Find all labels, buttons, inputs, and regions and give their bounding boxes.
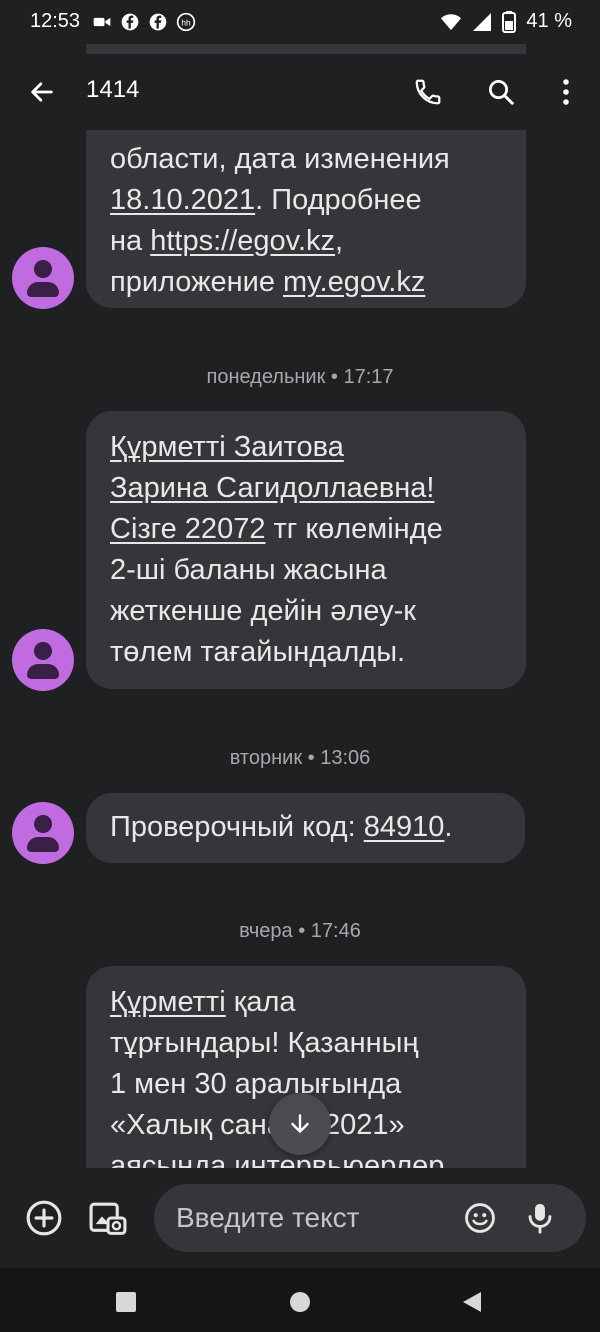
message-line: төлем тағайындалды. <box>110 636 406 668</box>
emoji-icon <box>465 1203 495 1233</box>
message-line: тұрғындары! Қазанның <box>110 1027 419 1059</box>
message-bubble[interactable]: Құрметті Заитова Зарина Сагидоллаевна! С… <box>86 411 526 689</box>
facebook-icon <box>149 13 167 31</box>
conversation-title: 1414 <box>86 76 140 103</box>
message-input-placeholder: Введите текст <box>176 1202 360 1233</box>
date-separator: понедельник • 17:17 <box>206 366 394 388</box>
phone-icon <box>415 79 441 105</box>
message-line: 18.10.2021. Подробнее <box>110 184 422 216</box>
message-line: на https://egov.kz, <box>110 225 344 257</box>
message-line: области, дата изменения <box>110 143 450 175</box>
egov-link[interactable]: https://egov.kz <box>150 225 335 257</box>
back-triangle-icon <box>463 1292 481 1312</box>
message-bubble[interactable]: Проверочный код: 84910. <box>86 793 525 863</box>
add-circle-icon <box>26 1200 62 1236</box>
app-bar: 1414 <box>0 54 600 130</box>
arrow-down-icon <box>291 1114 309 1133</box>
add-attachment-button[interactable] <box>20 1194 68 1242</box>
more-vert-icon <box>563 79 569 105</box>
message-line: 2-ші баланы жасына <box>110 554 387 586</box>
system-navigation-bar <box>0 1268 600 1332</box>
message-line: жеткенше дейін әлеу-к <box>110 595 416 627</box>
gallery-button[interactable] <box>84 1194 132 1242</box>
wifi-icon <box>441 13 462 30</box>
date-separator: вторник • 13:06 <box>229 747 371 769</box>
back-nav-button[interactable] <box>454 1284 490 1320</box>
status-time: 12:53 <box>30 10 81 32</box>
message-bubble[interactable]: области, дата изменения 18.10.2021. Подр… <box>86 4 526 308</box>
composer: Введите текст <box>0 1168 600 1268</box>
amount-link[interactable]: Сізге 22072 <box>110 513 265 545</box>
home-button[interactable] <box>282 1284 318 1320</box>
date-link[interactable]: 18.10.2021 <box>110 184 255 216</box>
message-input[interactable]: Введите текст <box>154 1184 586 1252</box>
gallery-icon <box>89 1202 127 1235</box>
message-line: приложение my.egov.kz <box>110 266 426 298</box>
status-bar: 12:53 hh 41 % <box>0 0 600 44</box>
back-button[interactable] <box>20 70 64 114</box>
search-button[interactable] <box>477 68 525 116</box>
emoji-button[interactable] <box>456 1194 504 1242</box>
battery-icon <box>502 10 517 33</box>
my-egov-link[interactable]: my.egov.kz <box>283 266 425 298</box>
svg-text:hh: hh <box>181 17 191 27</box>
home-icon <box>290 1292 310 1312</box>
call-button[interactable] <box>404 68 452 116</box>
avatar[interactable] <box>12 247 74 309</box>
avatar[interactable] <box>12 802 74 864</box>
message-line: Зарина Сагидоллаевна! <box>110 472 435 504</box>
message-line: Құрметті Заитова <box>110 431 344 463</box>
mic-icon <box>528 1203 552 1234</box>
hh-app-icon: hh <box>176 12 196 32</box>
video-call-icon <box>93 17 111 27</box>
verification-code-link[interactable]: 84910 <box>364 811 445 843</box>
voice-input-button[interactable] <box>516 1194 564 1242</box>
message-line: Сізге 22072 тг көлемінде <box>110 513 443 545</box>
recents-icon <box>116 1292 136 1312</box>
signal-icon <box>473 12 492 31</box>
avatar[interactable] <box>12 629 74 691</box>
scroll-to-bottom-button[interactable] <box>269 1093 331 1155</box>
search-icon <box>489 80 514 105</box>
recents-button[interactable] <box>108 1284 144 1320</box>
arrow-left-icon <box>31 82 53 102</box>
more-options-button[interactable] <box>542 68 590 116</box>
status-right: 41 % <box>440 10 572 33</box>
battery-percent: 41 % <box>526 10 572 32</box>
greeting-link[interactable]: Құрметті <box>110 986 226 1018</box>
date-separator: вчера • 17:46 <box>239 920 361 942</box>
notification-icons: hh <box>92 12 196 32</box>
message-list[interactable]: области, дата изменения 18.10.2021. Подр… <box>0 0 600 1168</box>
message-line: Құрметті қала <box>110 986 296 1018</box>
facebook-icon <box>121 13 139 31</box>
